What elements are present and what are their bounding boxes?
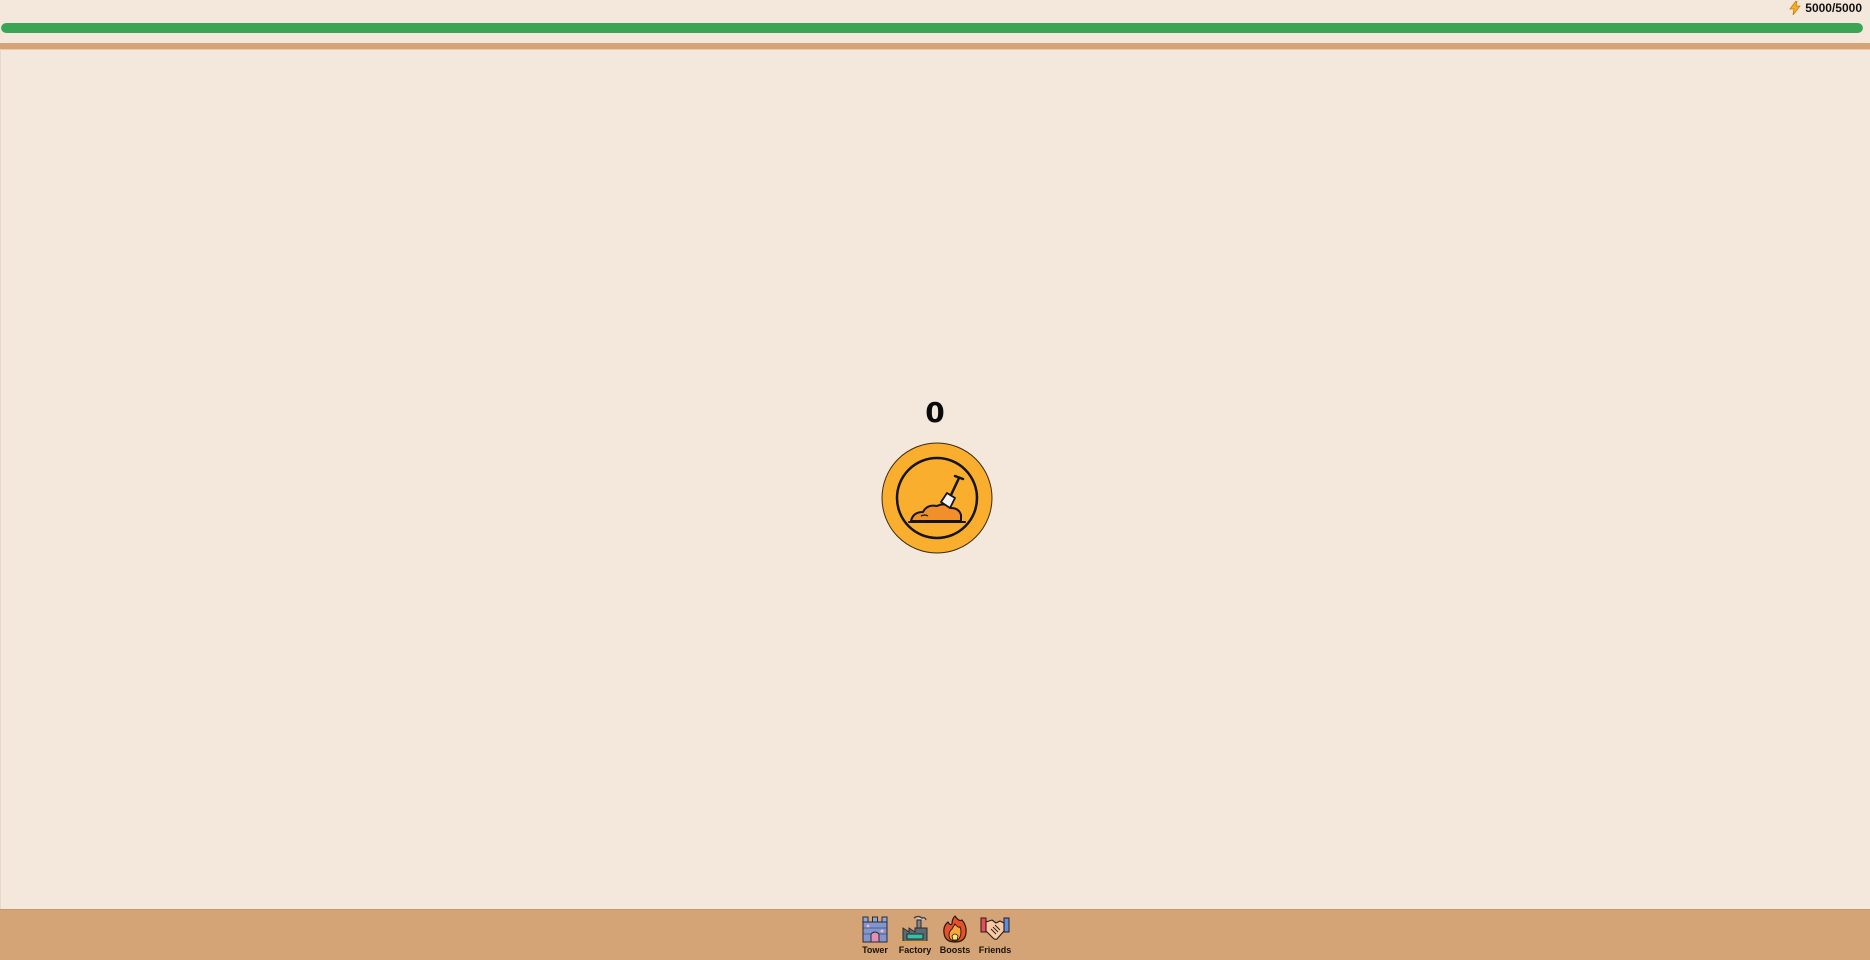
nav-label-friends: Friends <box>978 945 1012 955</box>
nav-item-factory[interactable]: Factory <box>896 910 934 960</box>
tower-icon <box>860 914 890 944</box>
factory-icon <box>900 914 930 944</box>
energy-count: 5000/5000 <box>1805 1 1862 15</box>
fire-icon <box>940 914 970 944</box>
handshake-icon <box>980 914 1010 944</box>
nav-label-factory: Factory <box>898 945 932 955</box>
energy-progress-fill <box>1 23 1863 33</box>
header-divider <box>0 43 1870 50</box>
nav-label-boosts: Boosts <box>939 945 971 955</box>
nav-item-friends[interactable]: Friends <box>976 910 1014 960</box>
nav-item-boosts[interactable]: Boosts <box>936 910 974 960</box>
left-border <box>0 49 1 909</box>
nav-item-tower[interactable]: Tower <box>856 910 894 960</box>
score-counter: 0 <box>925 396 945 429</box>
nav-label-tower: Tower <box>862 945 888 955</box>
lightning-icon <box>1789 1 1802 15</box>
energy-progress-bar <box>1 23 1863 33</box>
energy-readout: 5000/5000 <box>1789 1 1862 15</box>
tap-coin-button[interactable] <box>881 442 993 554</box>
bottom-nav: Tower Factory Boosts Friends <box>0 909 1870 960</box>
